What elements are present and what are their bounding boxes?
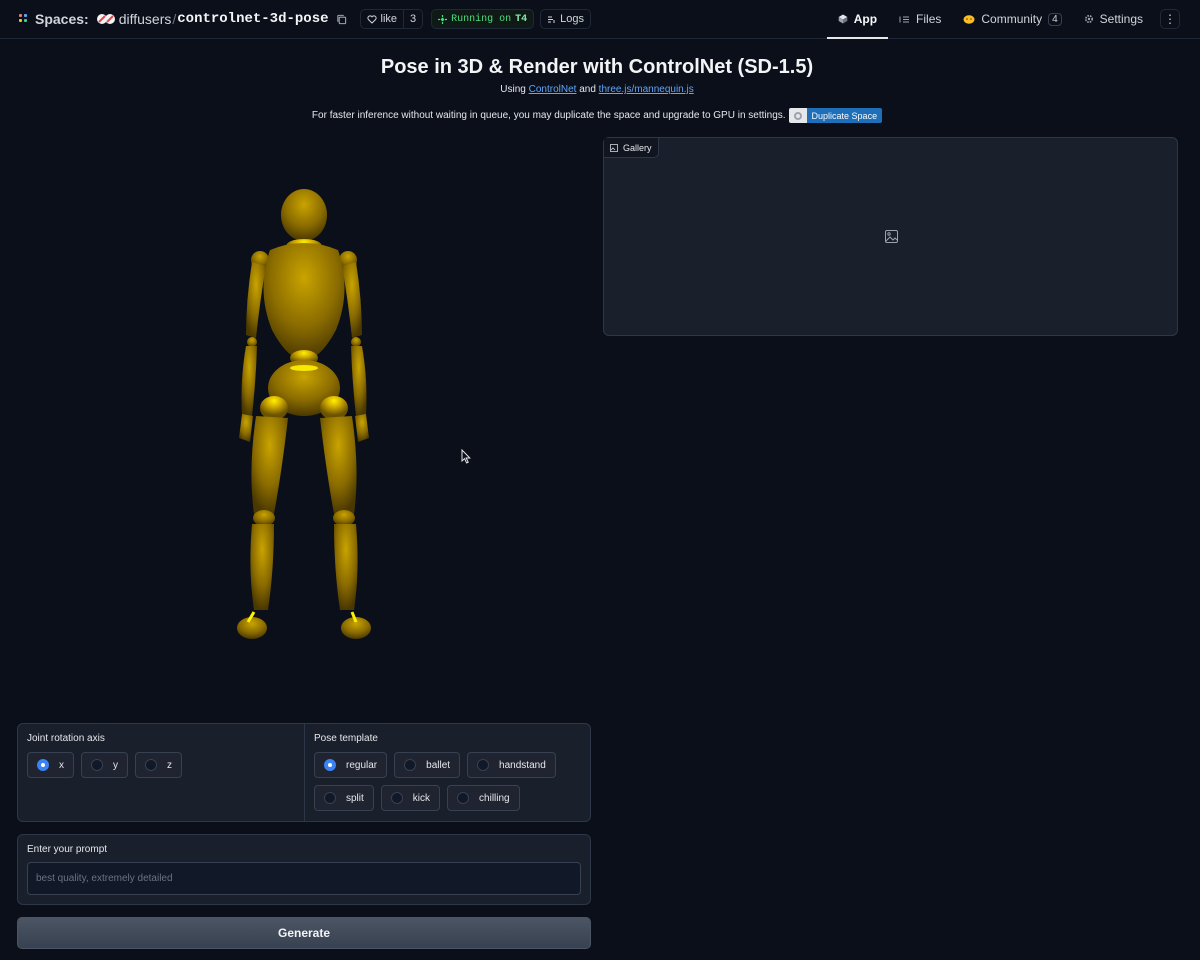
image-icon <box>610 143 618 152</box>
tab-app[interactable]: App <box>826 0 889 39</box>
radio-checked-icon[interactable] <box>324 759 336 771</box>
radio-unchecked-icon[interactable] <box>390 792 403 804</box>
spaces-label[interactable]: Spaces: <box>35 11 89 27</box>
status-icon <box>438 14 448 24</box>
axis-option-x[interactable]: x <box>27 752 74 778</box>
axis-radio-group: x y z <box>27 752 295 778</box>
gear-icon <box>1084 14 1093 24</box>
app-cube-icon <box>838 14 848 24</box>
page-title: Pose in 3D & Render with ControlNet (SD-… <box>380 56 814 78</box>
joint-rotation-axis-group: Joint rotation axis x y z <box>18 724 305 821</box>
pose-option-split[interactable]: split <box>314 785 374 811</box>
radio-unchecked-icon[interactable] <box>457 792 470 804</box>
and-text: and <box>579 84 596 95</box>
generate-button[interactable]: Generate <box>17 917 591 949</box>
empty-image-icon <box>885 230 898 243</box>
pose-template-group: Pose template regular ballet handstand s… <box>305 724 590 821</box>
tab-files-label: Files <box>916 12 942 26</box>
axis-option-label: y <box>113 759 118 771</box>
controlnet-link[interactable]: ControlNet <box>529 84 577 95</box>
pose-radio-group: regular ballet handstand split kick chil… <box>314 752 581 811</box>
pose-option-handstand[interactable]: handstand <box>467 752 556 778</box>
tab-app-label: App <box>853 12 878 26</box>
axis-option-label: x <box>59 759 64 771</box>
axis-option-label: z <box>167 759 172 771</box>
tab-files[interactable]: Files <box>888 0 952 38</box>
axis-option-z[interactable]: z <box>135 752 182 778</box>
like-label: like <box>380 13 398 25</box>
tab-community-label: Community <box>981 12 1043 26</box>
pose-template-label: Pose template <box>314 733 378 744</box>
mannequin-figure[interactable] <box>160 170 460 670</box>
gallery-panel: Gallery <box>603 137 1178 336</box>
pose-option-label: split <box>346 792 364 804</box>
pose-option-label: regular <box>346 759 378 771</box>
pose-controls-panel: Joint rotation axis x y z Pose template … <box>17 723 591 822</box>
gallery-label-tab: Gallery <box>604 138 659 158</box>
tab-settings[interactable]: Settings <box>1073 0 1154 38</box>
community-icon <box>963 15 975 24</box>
logs-label: Logs <box>560 13 585 25</box>
axis-option-y[interactable]: y <box>81 752 128 778</box>
org-link[interactable]: diffusers <box>119 11 172 27</box>
top-navigation-bar: Spaces: diffusers / controlnet-3d-pose l… <box>0 0 1200 39</box>
pose-option-label: handstand <box>499 759 546 771</box>
repo-name-link[interactable]: controlnet-3d-pose <box>177 11 328 27</box>
pose-option-label: ballet <box>426 759 451 771</box>
like-button[interactable]: like 3 <box>359 9 424 29</box>
duplicate-space-label: Duplicate Space <box>806 108 883 123</box>
pose-option-label: chilling <box>479 792 510 804</box>
radio-unchecked-icon[interactable] <box>404 759 417 771</box>
mannequin-3d-canvas[interactable] <box>160 170 460 670</box>
copy-icon[interactable] <box>336 14 347 25</box>
pose-option-kick[interactable]: kick <box>380 785 441 811</box>
pose-option-chilling[interactable]: chilling <box>447 785 520 811</box>
hardware-label: T4 <box>515 13 528 25</box>
pose-option-regular[interactable]: regular <box>314 752 388 778</box>
path-separator: / <box>172 11 177 27</box>
files-icon <box>899 16 910 22</box>
radio-unchecked-icon[interactable] <box>91 759 103 771</box>
like-count: 3 <box>403 10 422 28</box>
duplicate-space-button[interactable]: Duplicate Space <box>788 108 883 123</box>
running-status-badge[interactable]: Running on T4 <box>431 9 535 29</box>
spaces-logo-icon <box>19 14 29 24</box>
kebab-menu-icon: ⋮ <box>1164 12 1176 26</box>
logs-button[interactable]: Logs <box>540 9 592 29</box>
gallery-label: Gallery <box>623 142 652 153</box>
tab-settings-label: Settings <box>1099 12 1143 26</box>
duplicate-icon <box>788 108 807 123</box>
subtitle: Using ControlNet and three.js/mannequin.… <box>0 84 1194 95</box>
heart-icon <box>366 14 377 24</box>
radio-checked-icon[interactable] <box>37 759 49 771</box>
prompt-input[interactable] <box>27 862 581 895</box>
notice-text: For faster inference without waiting in … <box>311 110 786 121</box>
logs-icon <box>548 16 555 23</box>
prompt-panel: Enter your prompt <box>17 834 591 905</box>
pose-option-label: kick <box>412 792 431 804</box>
radio-unchecked-icon[interactable] <box>324 792 336 804</box>
mouse-cursor-icon <box>461 449 471 464</box>
more-options-button[interactable]: ⋮ <box>1160 9 1180 29</box>
community-count-badge: 4 <box>1048 12 1062 26</box>
pose-option-ballet[interactable]: ballet <box>394 752 461 778</box>
duplicate-notice: For faster inference without waiting in … <box>0 108 1194 123</box>
mannequin-link[interactable]: three.js/mannequin.js <box>599 84 694 95</box>
radio-unchecked-icon[interactable] <box>145 759 157 771</box>
axis-label: Joint rotation axis <box>27 733 105 744</box>
using-prefix: Using <box>500 84 526 95</box>
tab-community[interactable]: Community 4 <box>952 0 1072 38</box>
radio-unchecked-icon[interactable] <box>477 759 490 771</box>
running-label: Running on <box>451 13 512 25</box>
org-avatar-icon <box>96 13 115 25</box>
prompt-label: Enter your prompt <box>27 844 108 855</box>
